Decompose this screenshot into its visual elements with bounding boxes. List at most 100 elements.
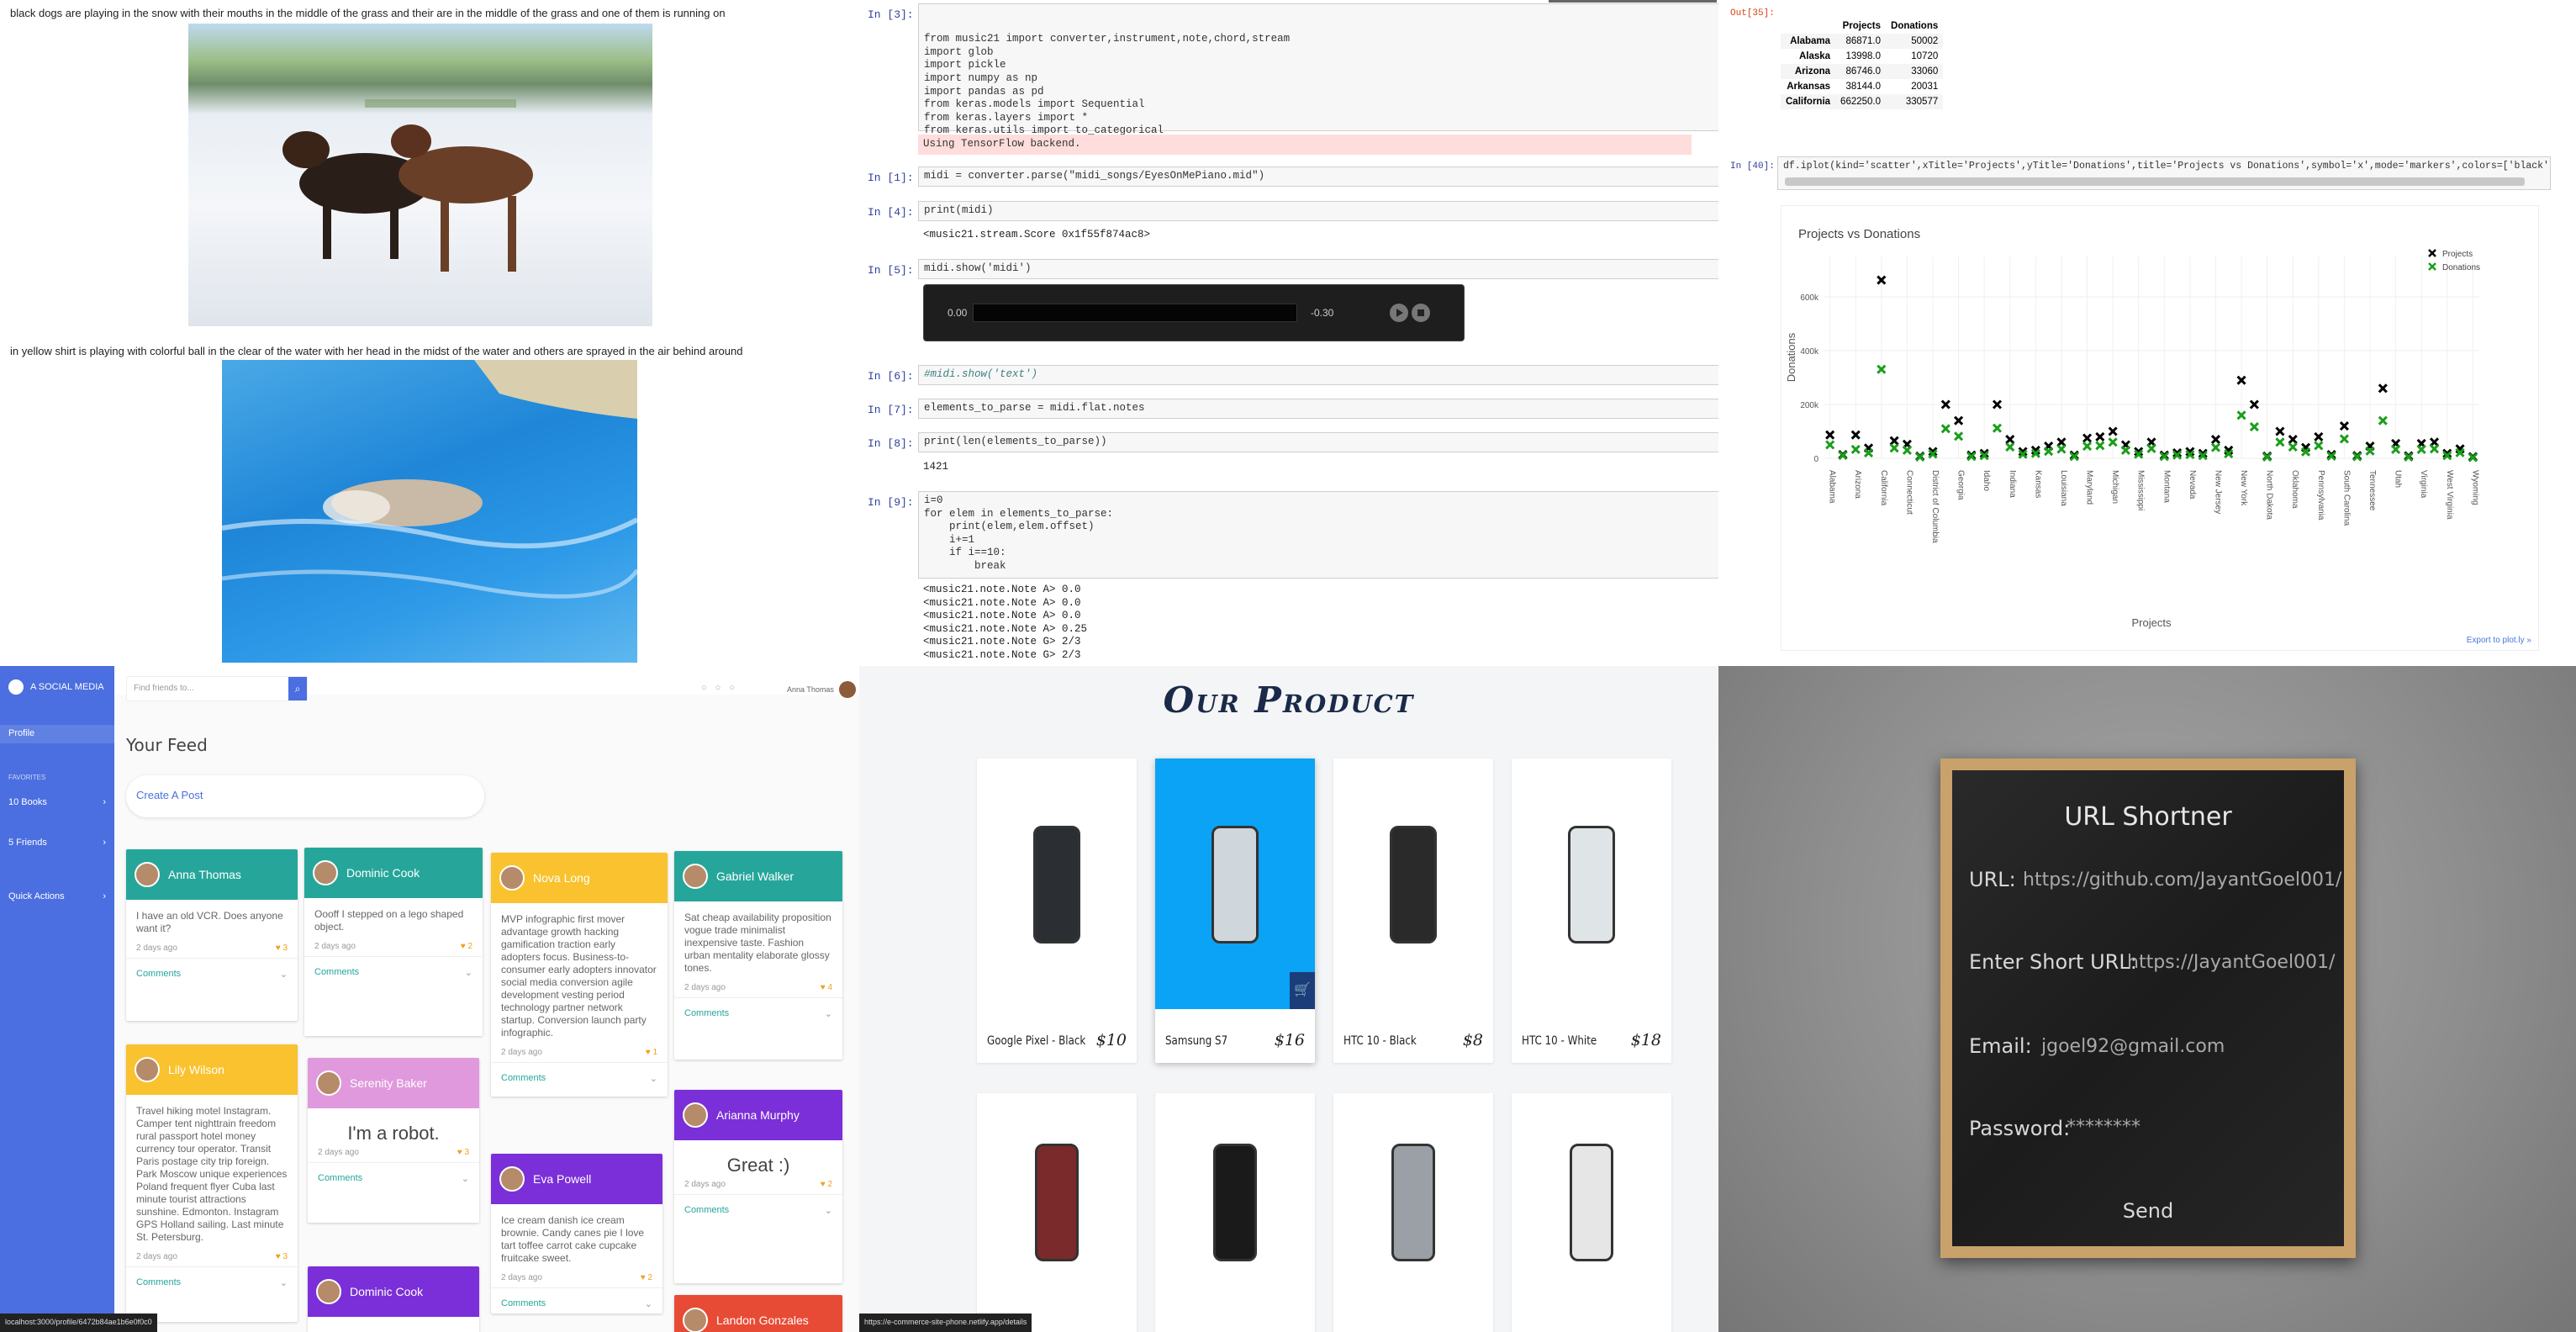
post-card[interactable]: Dominic Cook Oooff I stepped on a lego s…	[304, 848, 483, 1036]
code-cell-imports[interactable]: from music21 import converter,instrument…	[918, 3, 1718, 150]
product-price: $18	[1630, 1031, 1661, 1049]
code-line: i+=1	[924, 533, 975, 546]
product-image	[977, 758, 1137, 1009]
like-button[interactable]: ♥ 4	[821, 983, 832, 992]
user-name: Anna Thomas	[787, 685, 834, 694]
shop-panel: Our Product Google Pixel - Black $10 🛒 Sa…	[859, 666, 1718, 1332]
like-button[interactable]: ♥ 2	[821, 1180, 832, 1189]
post-header: Arianna Murphy	[674, 1090, 842, 1140]
y-tick-label: 0	[1813, 455, 1819, 464]
comments-link[interactable]: Comments ⌄	[491, 1287, 662, 1314]
like-button[interactable]: ♥ 2	[461, 942, 472, 951]
search-button[interactable]: ⌕	[288, 677, 307, 700]
post-date-text: 2 days ago	[136, 1252, 177, 1261]
product-card[interactable]	[1512, 1093, 1671, 1332]
post-card[interactable]: Anna Thomas I have an old VCR. Does anyo…	[126, 849, 298, 1021]
code-line: break	[924, 559, 1006, 572]
code-cell-show[interactable]: midi.show('midi')	[918, 259, 1718, 279]
comments-link[interactable]: Comments ⌄	[674, 997, 842, 1028]
code-line: from keras.layers import *	[924, 111, 1089, 124]
social-panel: A SOCIAL MEDIA Profile FAVORITES 10 Book…	[0, 666, 859, 1332]
code-cell-print[interactable]: print(midi)	[918, 201, 1718, 221]
post-card[interactable]: Landon Gonzales	[674, 1295, 842, 1332]
product-card[interactable]: HTC 10 - White $18	[1512, 758, 1671, 1063]
comments-link[interactable]: Comments ⌄	[304, 956, 483, 987]
send-button[interactable]: Send	[1952, 1199, 2344, 1223]
avatar	[499, 865, 525, 891]
code-cell-text[interactable]: #midi.show('text')	[918, 365, 1718, 385]
product-card[interactable]: HTC 10 - Black $8	[1333, 758, 1493, 1063]
code-cell-loop[interactable]: i=0 for elem in elements_to_parse: print(…	[918, 491, 1718, 579]
comments-link[interactable]: Comments ⌄	[491, 1062, 668, 1093]
search-input[interactable]: Find friends to...	[134, 684, 194, 693]
post-card[interactable]: Arianna Murphy Great :) 2 days ago ♥ 2 Co…	[674, 1090, 842, 1283]
post-date-text: 2 days ago	[501, 1273, 542, 1282]
table-cell: 50002	[1886, 34, 1944, 49]
email-input[interactable]: jgoel92@gmail.com	[2041, 1036, 2225, 1057]
product-card[interactable]: 🛒 Samsung S7 $16	[1155, 758, 1315, 1063]
comments-link[interactable]: Comments ⌄	[126, 958, 298, 989]
iplot-cell[interactable]: df.iplot(kind='scatter',xTitle='Projects…	[1777, 156, 2551, 190]
product-card[interactable]	[977, 1093, 1137, 1332]
scatter-chart[interactable]: Projects vs Donations 0 200k 400k 600k Alabam…	[1782, 206, 2540, 652]
export-link[interactable]: Export to plot.ly »	[2467, 636, 2531, 645]
data-point-donations	[2378, 415, 2388, 426]
nav-books[interactable]: 10 Books ›	[8, 797, 106, 807]
password-input[interactable]: ********	[2067, 1117, 2141, 1138]
prompt-in7: In [7]:	[868, 404, 914, 416]
like-count: 3	[464, 1148, 469, 1157]
cell-scrollbar[interactable]	[1785, 177, 2525, 186]
like-button[interactable]: ♥ 3	[276, 1252, 288, 1261]
cart-icon[interactable]: 🛒	[1290, 972, 1315, 1009]
search-bar[interactable]: Find friends to... ⌕	[126, 676, 308, 701]
post-card[interactable]: Gabriel Walker Sat cheap availability pr…	[674, 851, 842, 1060]
chevron-right-icon: ›	[103, 891, 106, 901]
post-date: 2 days ago ♥ 2	[304, 937, 483, 956]
product-name: Google Pixel - Black	[987, 1034, 1086, 1048]
code-line: print(elem,elem.offset)	[924, 521, 1095, 533]
code-cell-elements[interactable]: elements_to_parse = midi.flat.notes	[918, 399, 1718, 419]
comments-link[interactable]: Comments ⌄	[308, 1162, 479, 1193]
product-card[interactable]	[1333, 1093, 1493, 1332]
settings-icon[interactable]: ○	[729, 683, 743, 693]
post-card[interactable]: Dominic Cook	[308, 1266, 479, 1332]
comments-label: Comments	[318, 1173, 363, 1183]
post-card[interactable]: Nova Long MVP infographic first mover ad…	[491, 853, 668, 1097]
like-button[interactable]: ♥ 1	[646, 1048, 657, 1057]
post-card[interactable]: Eva Powell Ice cream danish ice cream br…	[491, 1154, 662, 1314]
like-button[interactable]: ♥ 3	[457, 1148, 469, 1157]
code-line: import pandas as pd	[924, 85, 1044, 98]
like-button[interactable]: ♥ 3	[276, 944, 288, 953]
table-cell: Alaska	[1798, 51, 1831, 61]
player-progress[interactable]	[973, 304, 1297, 322]
url-input[interactable]: https://github.com/JayantGoel001/	[2023, 870, 2341, 891]
code-line: import numpy as np	[924, 71, 1038, 84]
chevron-down-icon: ⌄	[824, 1009, 832, 1019]
post-card[interactable]: Lily Wilson Travel hiking motel Instagra…	[126, 1044, 298, 1322]
x-tick-label: Michigan	[2110, 470, 2119, 504]
nav-quick[interactable]: Quick Actions ›	[8, 891, 106, 901]
product-card[interactable]: Google Pixel - Black $10	[977, 758, 1137, 1063]
user-menu[interactable]: Anna Thomas	[787, 681, 856, 698]
short-url-input[interactable]: https://JayantGoel001/	[2127, 952, 2335, 973]
stop-button[interactable]	[1412, 304, 1430, 322]
phone-image	[1213, 1144, 1257, 1261]
bell-icon[interactable]: ○	[701, 683, 715, 693]
mail-icon[interactable]: ○	[715, 683, 730, 693]
code-line: import pickle	[924, 59, 1006, 71]
comments-link[interactable]: Comments ⌄	[126, 1266, 298, 1298]
post-author: Dominic Cook	[350, 1285, 424, 1298]
create-post-button[interactable]: Create A Post	[126, 775, 484, 817]
code-cell-parse[interactable]: midi = converter.parse("midi_songs/EyesO…	[918, 166, 1718, 187]
code-cell-len[interactable]: print(len(elements_to_parse))	[918, 432, 1718, 452]
avatar	[683, 864, 708, 889]
nav-profile[interactable]: Profile	[0, 725, 114, 743]
comments-link[interactable]: Comments ⌄	[674, 1194, 842, 1225]
play-button[interactable]	[1390, 304, 1408, 322]
stderr-output: Using TensorFlow backend.	[918, 135, 1692, 155]
product-card[interactable]	[1155, 1093, 1315, 1332]
post-card[interactable]: Serenity Baker I'm a robot. 2 days ago ♥ …	[308, 1058, 479, 1223]
nav-friends[interactable]: 5 Friends ›	[8, 838, 106, 848]
avatar	[316, 1070, 341, 1096]
like-button[interactable]: ♥ 2	[641, 1273, 652, 1282]
